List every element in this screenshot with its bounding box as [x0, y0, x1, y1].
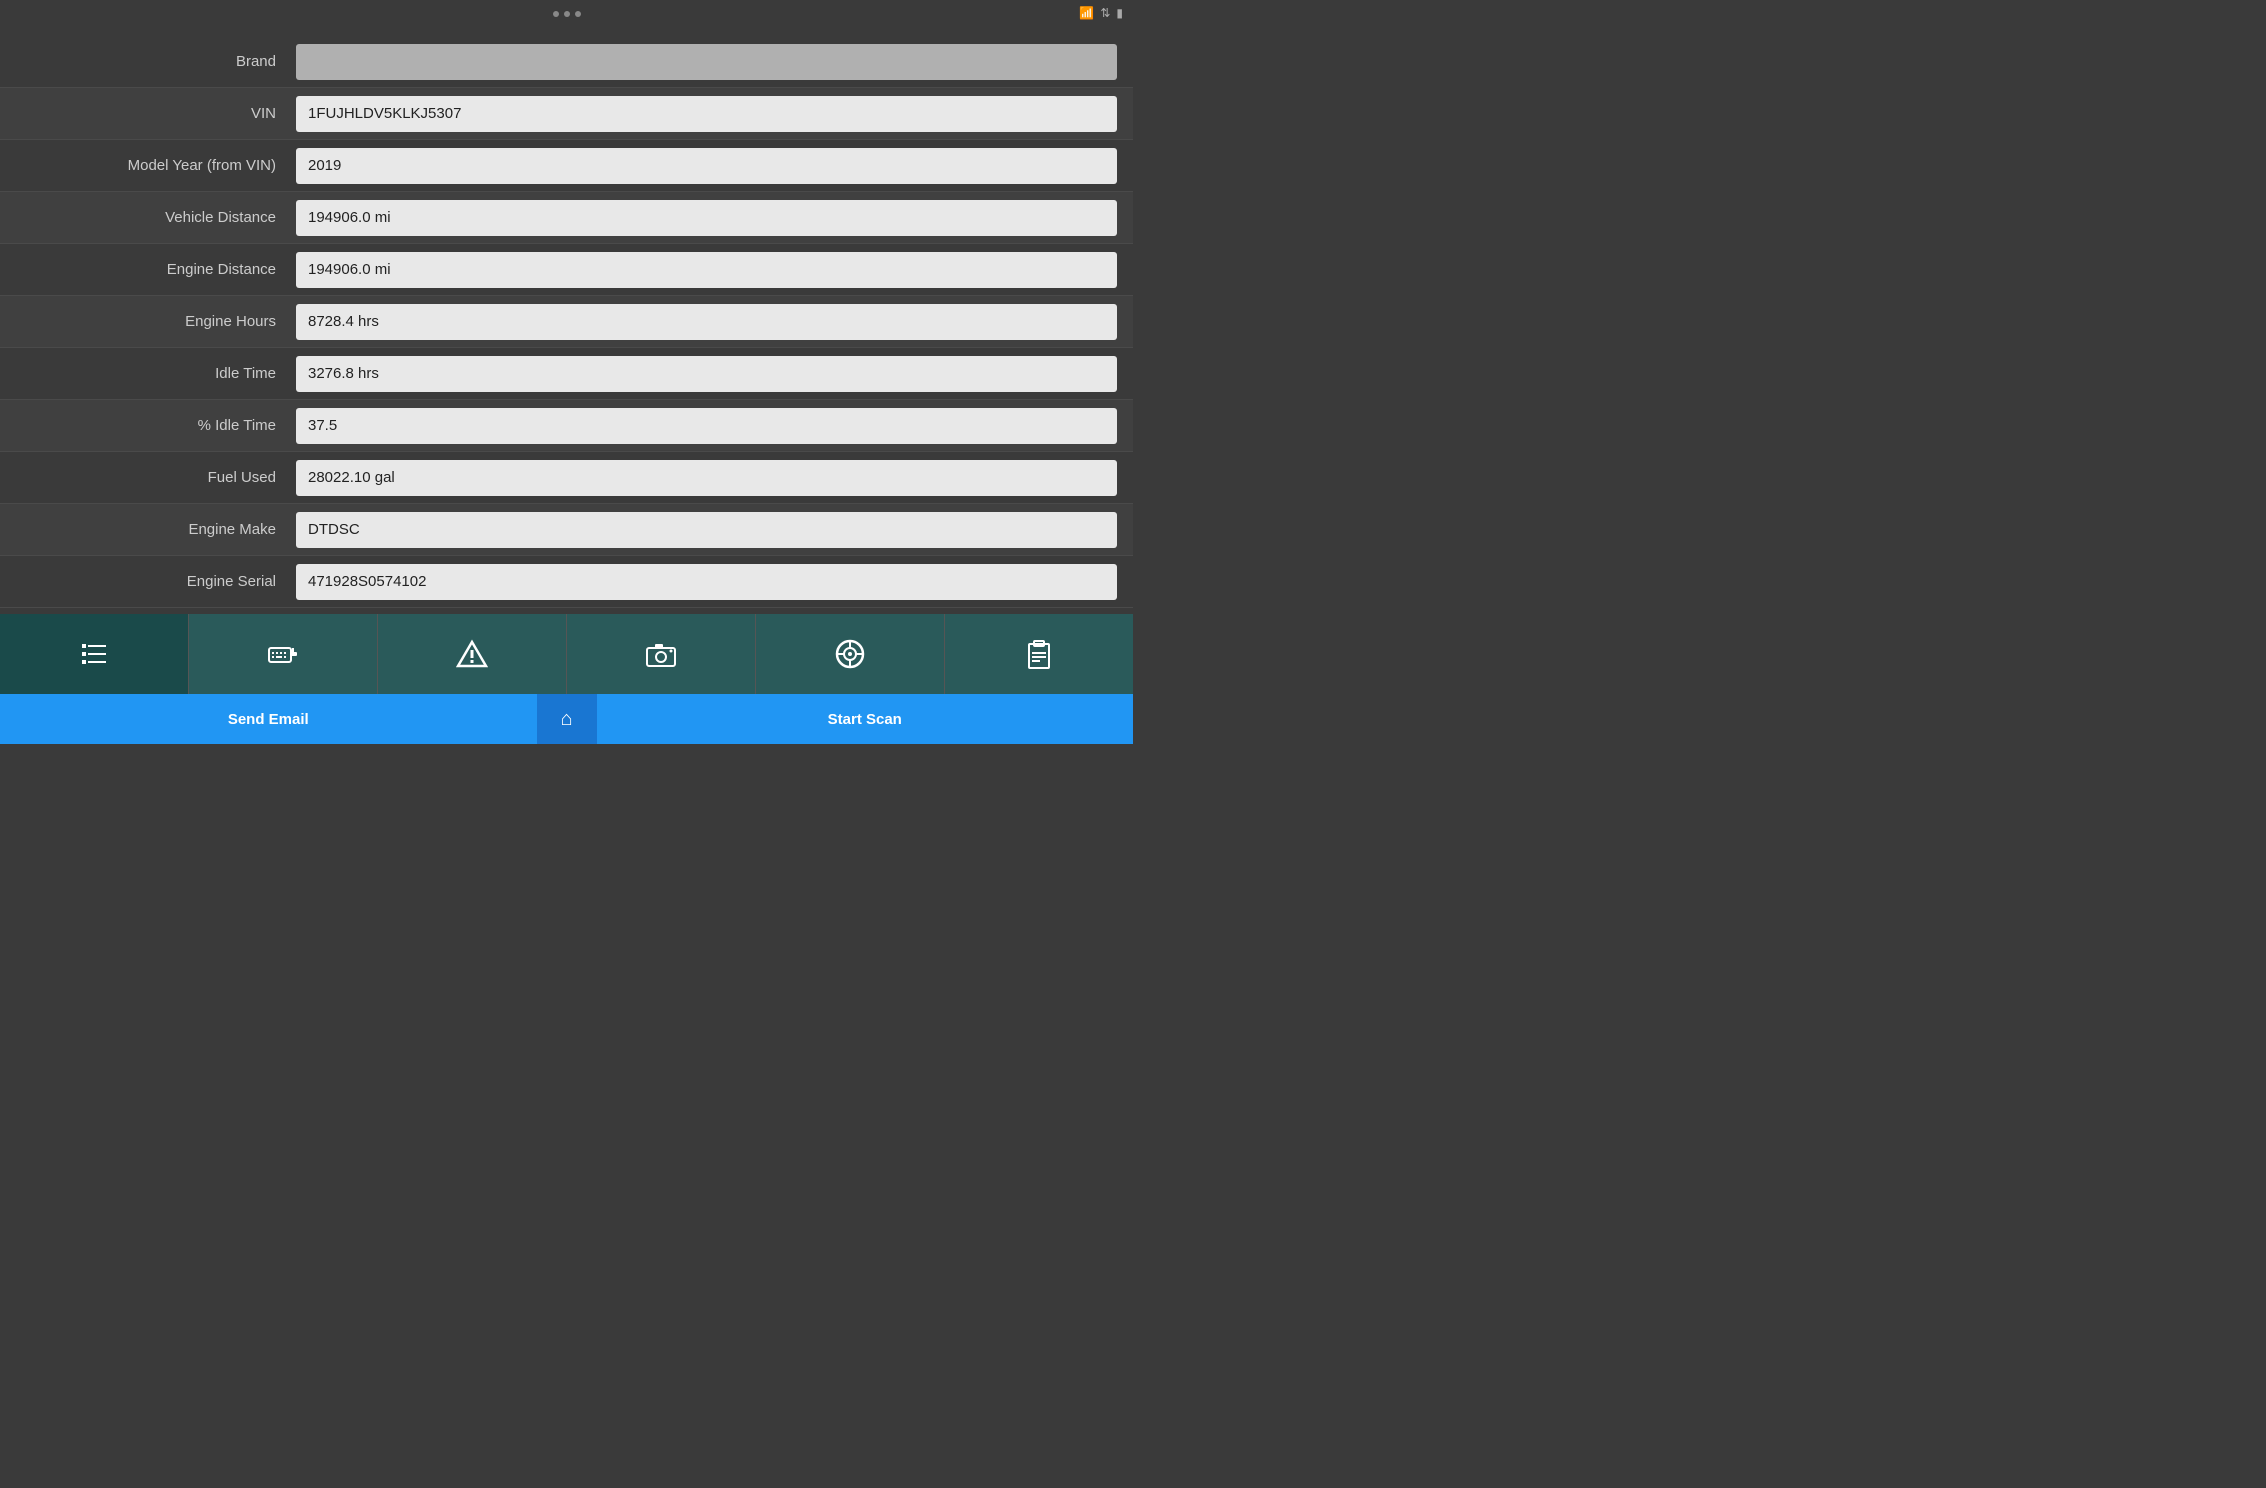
form-row-2: Model Year (from VIN)2019: [0, 140, 1133, 192]
dot-1: [553, 11, 559, 17]
form-row-5: Engine Hours8728.4 hrs: [0, 296, 1133, 348]
nav-item-warning[interactable]: [378, 614, 567, 694]
field-label-3: Vehicle Distance: [16, 209, 296, 226]
form-row-1: VIN1FUJHLDV5KLKJ5307: [0, 88, 1133, 140]
top-bar: 📶 ⇅ ▮: [0, 0, 1133, 28]
clipboard-icon: [1023, 638, 1055, 670]
form-row-9: Engine MakeDTDSC: [0, 504, 1133, 556]
field-label-0: Brand: [16, 53, 296, 70]
tire-icon: [834, 638, 866, 670]
nav-item-checklist[interactable]: [0, 614, 189, 694]
action-bar: Send Email ⌂ Start Scan: [0, 694, 1133, 744]
form-row-10: Engine Serial471928S0574102: [0, 556, 1133, 608]
field-value-5: 8728.4 hrs: [296, 304, 1117, 340]
nav-item-camera[interactable]: [567, 614, 756, 694]
field-value-7: 37.5: [296, 408, 1117, 444]
dot-3: [575, 11, 581, 17]
field-value-3: 194906.0 mi: [296, 200, 1117, 236]
top-dots: [553, 11, 581, 17]
checklist-icon: [78, 638, 110, 670]
warning-icon: [456, 638, 488, 670]
field-label-2: Model Year (from VIN): [16, 157, 296, 174]
field-label-6: Idle Time: [16, 365, 296, 382]
field-label-5: Engine Hours: [16, 313, 296, 330]
nav-item-clipboard[interactable]: [945, 614, 1133, 694]
main-content: BrandVIN1FUJHLDV5KLKJ5307Model Year (fro…: [0, 28, 1133, 614]
form-row-0: Brand: [0, 36, 1133, 88]
form-row-4: Engine Distance194906.0 mi: [0, 244, 1133, 296]
nav-item-obd[interactable]: [189, 614, 378, 694]
field-label-8: Fuel Used: [16, 469, 296, 486]
signal-icon: ⇅: [1100, 6, 1110, 20]
field-value-0: [296, 44, 1117, 80]
field-label-10: Engine Serial: [16, 573, 296, 590]
form-row-6: Idle Time3276.8 hrs: [0, 348, 1133, 400]
field-value-6: 3276.8 hrs: [296, 356, 1117, 392]
field-value-10: 471928S0574102: [296, 564, 1117, 600]
field-label-1: VIN: [16, 105, 296, 122]
nav-item-tire[interactable]: [756, 614, 945, 694]
camera-icon: [645, 638, 677, 670]
field-value-8: 28022.10 gal: [296, 460, 1117, 496]
start-scan-button[interactable]: Start Scan: [597, 694, 1134, 744]
field-label-4: Engine Distance: [16, 261, 296, 278]
field-value-2: 2019: [296, 148, 1117, 184]
field-label-7: % Idle Time: [16, 417, 296, 434]
field-value-9: DTDSC: [296, 512, 1117, 548]
status-icons: 📶 ⇅ ▮: [1079, 6, 1123, 20]
field-value-4: 194906.0 mi: [296, 252, 1117, 288]
field-value-1: 1FUJHLDV5KLKJ5307: [296, 96, 1117, 132]
send-email-button[interactable]: Send Email: [0, 694, 537, 744]
obd-icon: [267, 638, 299, 670]
home-button[interactable]: ⌂: [537, 694, 597, 744]
bluetooth-icon: 📶: [1079, 6, 1094, 20]
form-row-3: Vehicle Distance194906.0 mi: [0, 192, 1133, 244]
form-row-8: Fuel Used28022.10 gal: [0, 452, 1133, 504]
form-row-7: % Idle Time37.5: [0, 400, 1133, 452]
dot-2: [564, 11, 570, 17]
field-label-9: Engine Make: [16, 521, 296, 538]
bottom-nav: [0, 614, 1133, 694]
battery-icon: ▮: [1116, 6, 1123, 20]
